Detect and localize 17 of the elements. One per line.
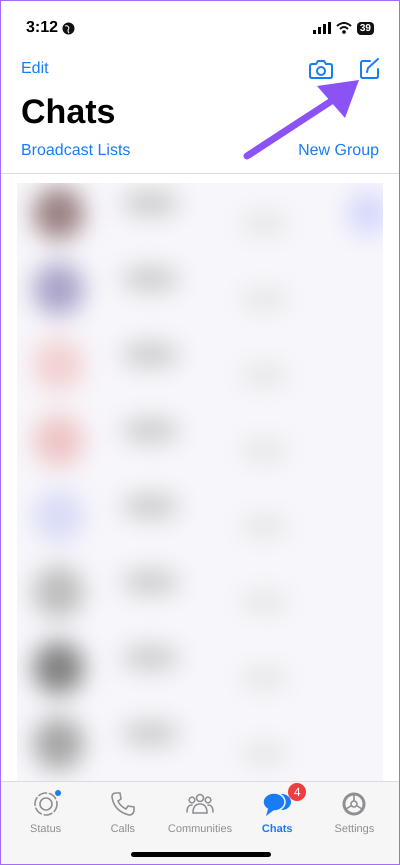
- tab[interactable]: Settings: [316, 782, 394, 838]
- broadcast-lists-link[interactable]: Broadcast Lists: [21, 139, 130, 163]
- battery-indicator: 39: [356, 22, 374, 34]
- signal-icon: [312, 22, 331, 34]
- globe-icon: [62, 22, 76, 34]
- status-time: 3:12: [26, 18, 58, 38]
- edit-button[interactable]: Edit: [21, 57, 49, 81]
- tab[interactable]: 4 Chats: [238, 782, 316, 838]
- camera-icon[interactable]: [309, 58, 333, 80]
- compose-icon[interactable]: [359, 58, 381, 80]
- tab[interactable]: Calls: [84, 782, 162, 838]
- page-title: Chats: [20, 92, 116, 133]
- new-group-link[interactable]: New Group: [298, 139, 379, 163]
- wifi-icon: [336, 22, 352, 34]
- tab[interactable]: Status: [7, 782, 84, 838]
- unread-badge: 4: [288, 783, 306, 801]
- tab[interactable]: Communities: [161, 782, 239, 838]
